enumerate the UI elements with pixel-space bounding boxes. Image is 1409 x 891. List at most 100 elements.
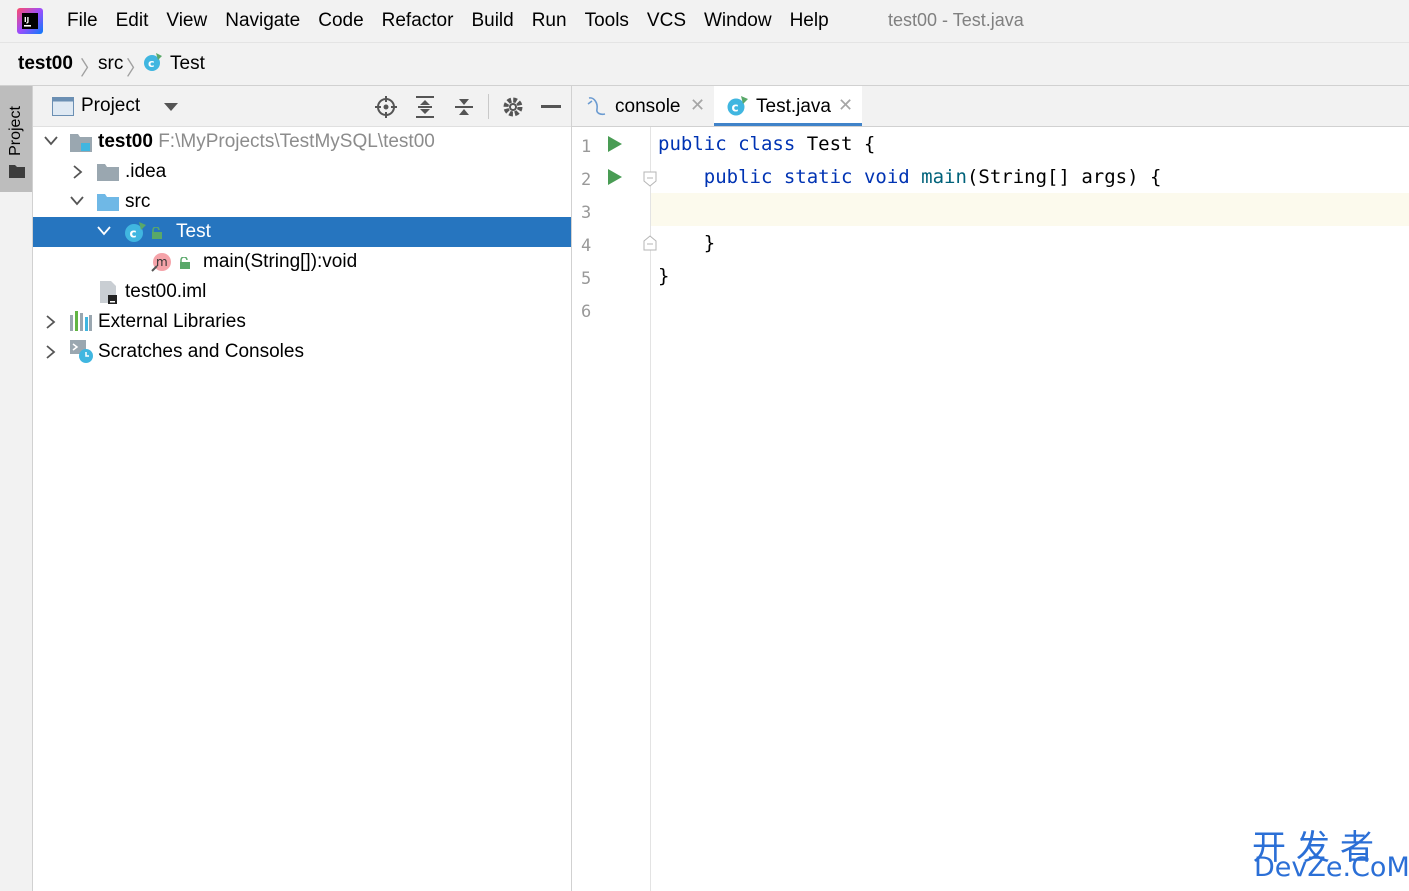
- public-access-icon: [152, 227, 162, 239]
- keyword: public: [703, 166, 773, 188]
- chevron-down-icon[interactable]: [97, 226, 111, 236]
- project-panel-title[interactable]: Project: [81, 95, 140, 117]
- breadcrumb-folder[interactable]: src: [98, 53, 123, 75]
- editor-tab-bar: console ✕ c Test.java ✕: [572, 86, 1409, 127]
- tree-item-scratches[interactable]: Scratches and Consoles: [33, 337, 571, 367]
- toolbar-divider: [488, 94, 489, 119]
- code-line-1[interactable]: public class Test {: [658, 133, 875, 155]
- chevron-down-icon[interactable]: [164, 103, 178, 111]
- line-number: 1: [581, 137, 592, 157]
- collapse-all-icon[interactable]: [454, 96, 474, 118]
- watermark-text: DevZe.CoM: [1254, 852, 1409, 883]
- current-line-highlight: [651, 193, 1409, 226]
- tree-item-path: F:\MyProjects\TestMySQL\test00: [158, 131, 435, 152]
- line-number: 6: [581, 302, 592, 322]
- tree-item-label: main(String[]):void: [203, 251, 358, 272]
- chevron-down-icon[interactable]: [70, 196, 84, 206]
- java-class-icon: c: [144, 53, 162, 71]
- editor-gutter: 1 2 3 4 5 6: [572, 127, 657, 891]
- chevron-down-icon[interactable]: [44, 136, 58, 146]
- keyword: static: [783, 166, 853, 188]
- run-icon[interactable]: [608, 169, 622, 185]
- code-line-4[interactable]: }: [658, 232, 715, 254]
- tab-test-java[interactable]: c Test.java ✕: [714, 86, 862, 126]
- tree-item-iml-file[interactable]: test00.iml: [33, 277, 571, 307]
- tree-item-label: test00: [98, 131, 153, 152]
- editor-area: console ✕ c Test.java ✕ 1 2 3 4 5 6 publ…: [572, 86, 1409, 891]
- menu-build[interactable]: Build: [471, 10, 513, 32]
- menu-navigate[interactable]: Navigate: [225, 10, 300, 32]
- tree-item-label: .idea: [125, 161, 167, 182]
- expand-all-icon[interactable]: [415, 96, 435, 118]
- svg-text:m: m: [156, 255, 168, 269]
- project-tab-label: Project: [7, 106, 24, 156]
- line-number: 2: [581, 170, 592, 190]
- menu-refactor[interactable]: Refactor: [382, 10, 454, 32]
- close-icon[interactable]: ✕: [690, 95, 705, 116]
- intellij-logo-icon: IJ: [17, 8, 43, 34]
- folder-icon: [97, 164, 119, 181]
- tree-item-external-libraries[interactable]: External Libraries: [33, 307, 571, 337]
- menu-bar: IJ File Edit View Navigate Code Refactor…: [0, 0, 1409, 43]
- breadcrumb-file[interactable]: Test: [170, 53, 205, 75]
- project-view-icon: [52, 97, 74, 116]
- tree-item-idea[interactable]: .idea: [33, 157, 571, 187]
- svg-text:c: c: [130, 227, 137, 241]
- tree-item-test-class[interactable]: c Test: [33, 217, 571, 247]
- svg-text:IJ: IJ: [24, 16, 29, 24]
- java-class-icon: c: [727, 96, 748, 116]
- tree-item-label: Scratches and Consoles: [98, 341, 304, 362]
- module-folder-icon: [70, 134, 92, 152]
- project-panel: Project test00 F:\MyProjects\TestMySQL\t…: [33, 86, 572, 891]
- close-icon[interactable]: ✕: [838, 95, 853, 116]
- menu-run[interactable]: Run: [532, 10, 567, 32]
- code-text: }: [658, 265, 670, 287]
- locate-icon[interactable]: [375, 96, 397, 118]
- tree-item-project-root[interactable]: test00 F:\MyProjects\TestMySQL\test00: [33, 127, 571, 157]
- minimize-icon[interactable]: [541, 105, 561, 109]
- svg-text:c: c: [148, 57, 155, 70]
- menu-help[interactable]: Help: [790, 10, 829, 32]
- scratches-icon: [70, 340, 93, 363]
- menu-file[interactable]: File: [67, 10, 98, 32]
- source-folder-icon: [97, 194, 119, 211]
- method-name: main: [921, 166, 967, 188]
- line-number: 4: [581, 236, 592, 256]
- breadcrumb: test00 〉 src 〉 c Test: [0, 43, 1409, 86]
- code-text: (String[] args) {: [966, 166, 1162, 188]
- menu-window[interactable]: Window: [704, 10, 772, 32]
- folder-icon: [9, 165, 25, 178]
- menu-vcs[interactable]: VCS: [647, 10, 686, 32]
- tree-item-label: src: [125, 191, 151, 212]
- chevron-right-icon[interactable]: [46, 345, 56, 359]
- menu-tools[interactable]: Tools: [585, 10, 629, 32]
- chevron-right-icon[interactable]: [46, 315, 56, 329]
- public-access-icon: [180, 257, 190, 269]
- code-line-5[interactable]: }: [658, 265, 669, 287]
- menu-code[interactable]: Code: [318, 10, 363, 32]
- window-title: test00 - Test.java: [888, 10, 1024, 30]
- java-class-icon: c: [125, 222, 146, 242]
- line-number: 3: [581, 203, 592, 223]
- keyword: void: [863, 166, 910, 188]
- chevron-right-icon[interactable]: [73, 165, 83, 179]
- project-tool-tab[interactable]: Project: [0, 86, 32, 192]
- menu-edit[interactable]: Edit: [116, 10, 149, 32]
- gear-icon[interactable]: [502, 96, 524, 118]
- iml-file-icon: [100, 281, 117, 304]
- run-icon[interactable]: [608, 136, 622, 152]
- fold-icon[interactable]: [643, 235, 657, 251]
- menu-view[interactable]: View: [166, 10, 207, 32]
- fold-icon[interactable]: [643, 171, 657, 187]
- code-line-2[interactable]: public static void main(String[] args) {: [658, 166, 1162, 188]
- svg-text:c: c: [732, 101, 739, 115]
- tree-item-label: External Libraries: [98, 311, 246, 332]
- tab-console[interactable]: console ✕: [572, 86, 712, 126]
- tool-window-strip: Project: [0, 86, 33, 891]
- line-number: 5: [581, 269, 592, 289]
- menu-items: File Edit View Navigate Code Refactor Bu…: [67, 0, 847, 42]
- tree-item-src[interactable]: src: [33, 187, 571, 217]
- breadcrumb-project[interactable]: test00: [18, 53, 73, 75]
- tree-item-label: test00.iml: [125, 281, 207, 302]
- tree-item-main-method[interactable]: m main(String[]):void: [33, 247, 571, 277]
